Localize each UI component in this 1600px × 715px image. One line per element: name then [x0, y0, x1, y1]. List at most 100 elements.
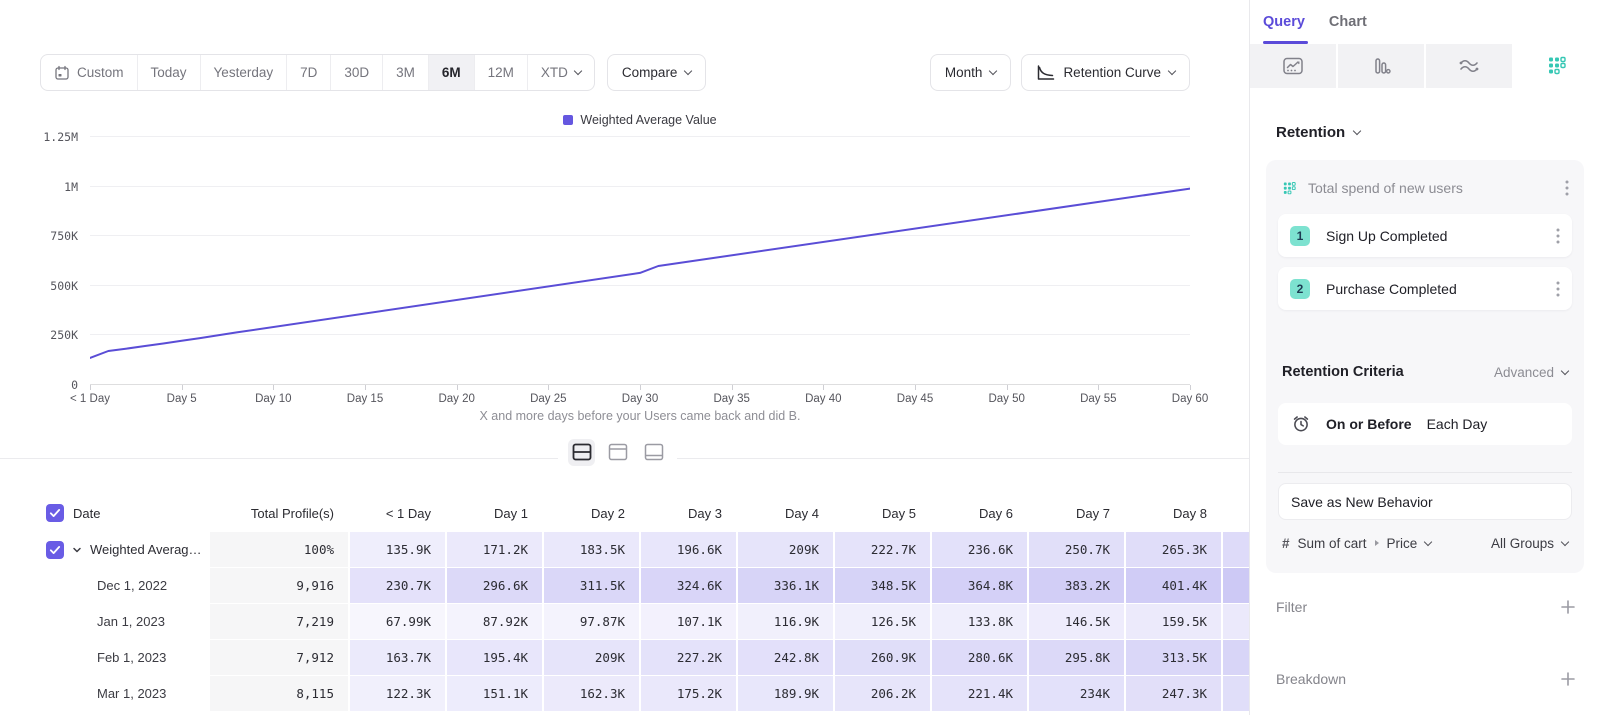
tab-funnels[interactable] [1338, 44, 1424, 88]
retention-value-cell[interactable]: 209K [544, 640, 639, 675]
retention-value-cell[interactable]: 222.7K [835, 532, 930, 567]
x-axis-label: Day 40 [805, 393, 841, 405]
range-7d[interactable]: 7D [287, 55, 331, 90]
range-3m[interactable]: 3M [383, 55, 429, 90]
report-section-select[interactable]: Retention [1276, 124, 1600, 141]
retention-value-cell[interactable]: 401.4K [1126, 568, 1221, 603]
row-label-cell[interactable]: Feb 1, 2023 [0, 640, 208, 675]
retention-value-cell[interactable]: 260.9K [835, 640, 930, 675]
tab-flows[interactable] [1426, 44, 1512, 88]
range-6m-selected[interactable]: 6M [429, 55, 475, 90]
tab-chart[interactable]: Chart [1329, 14, 1367, 30]
retention-value-cell[interactable]: 162.3K [544, 676, 639, 711]
retention-value-cell[interactable]: 195.4K [447, 640, 542, 675]
header-date[interactable]: Date [0, 504, 208, 522]
measure-property[interactable]: Price [1387, 536, 1418, 551]
chart-view-icon [607, 442, 629, 462]
kebab-menu-icon[interactable] [1556, 228, 1560, 244]
chart-view-toggle[interactable] [604, 439, 631, 466]
retention-value-cell[interactable]: 122.3K [350, 676, 445, 711]
retention-value-cell[interactable]: 189.9K [738, 676, 833, 711]
tab-insights[interactable] [1250, 44, 1336, 88]
retention-value-cell[interactable]: 250.7K [1029, 532, 1124, 567]
retention-value-cell[interactable]: 116.9K [738, 604, 833, 639]
range-today[interactable]: Today [138, 55, 201, 90]
kebab-menu-icon[interactable] [1565, 180, 1569, 196]
retention-value-cell[interactable]: 87.92K [447, 604, 542, 639]
retention-value-cell[interactable]: 151.1K [447, 676, 542, 711]
collapse-row-icon[interactable] [72, 545, 82, 555]
groups-select[interactable]: All Groups [1491, 536, 1568, 551]
retention-value-cell[interactable]: 97.87K [544, 604, 639, 639]
save-as-new-behavior-button[interactable]: Save as New Behavior [1278, 483, 1572, 520]
range-30d[interactable]: 30D [331, 55, 383, 90]
range-xtd[interactable]: XTD [528, 55, 594, 90]
retention-value-cell[interactable]: 133.8K [932, 604, 1027, 639]
table-row[interactable]: Jan 1, 20237,21967.99K87.92K97.87K107.1K… [0, 604, 1249, 639]
retention-value-cell[interactable]: 209K [738, 532, 833, 567]
kebab-menu-icon[interactable] [1556, 281, 1560, 297]
row-checkbox[interactable] [46, 541, 64, 559]
retention-value-cell[interactable]: 146.5K [1029, 604, 1124, 639]
retention-value-cell[interactable]: 383.2K [1029, 568, 1124, 603]
retention-value-cell[interactable]: 324.6K [641, 568, 736, 603]
range-12m[interactable]: 12M [475, 55, 528, 90]
step-2[interactable]: 2 Purchase Completed [1278, 267, 1572, 310]
retention-value-cell[interactable]: 221.4K [932, 676, 1027, 711]
retention-value-cell[interactable]: 265.3K [1126, 532, 1221, 567]
step-1[interactable]: 1 Sign Up Completed [1278, 214, 1572, 257]
tab-retention[interactable] [1514, 44, 1600, 88]
add-filter-button[interactable] [1560, 599, 1576, 615]
header-cell: Day 1 [447, 506, 542, 521]
compare-button[interactable]: Compare [607, 54, 707, 91]
retention-value-cell[interactable]: 364.8K [932, 568, 1027, 603]
retention-value-cell[interactable]: 175.2K [641, 676, 736, 711]
retention-value-cell[interactable]: 135.9K [350, 532, 445, 567]
insights-chart-icon [1281, 55, 1305, 77]
table-row[interactable]: Mar 1, 20238,115122.3K151.1K162.3K175.2K… [0, 676, 1249, 711]
retention-value-cell[interactable]: 171.2K [447, 532, 542, 567]
chart-type-select[interactable]: Retention Curve [1021, 54, 1190, 91]
retention-value-cell[interactable]: 242.8K [738, 640, 833, 675]
range-custom[interactable]: Custom [41, 55, 138, 90]
measure-event[interactable]: Sum of cart [1298, 536, 1367, 551]
criteria-mode-select[interactable]: Advanced [1494, 365, 1568, 380]
retention-value-cell[interactable]: 126.5K [835, 604, 930, 639]
add-breakdown-button[interactable] [1560, 671, 1576, 687]
retention-value-cell[interactable]: 163.7K [350, 640, 445, 675]
retention-value-cell[interactable]: 206.2K [835, 676, 930, 711]
retention-value-cell[interactable]: 280.6K [932, 640, 1027, 675]
retention-value-cell[interactable]: 230.7K [350, 568, 445, 603]
table-view-toggle[interactable] [640, 439, 667, 466]
row-label-cell[interactable]: Mar 1, 2023 [0, 676, 208, 711]
table-row[interactable]: Feb 1, 20237,912163.7K195.4K209K227.2K24… [0, 640, 1249, 675]
retention-value-cell[interactable]: 336.1K [738, 568, 833, 603]
retention-value-cell[interactable]: 67.99K [350, 604, 445, 639]
criteria-condition[interactable]: On or Before Each Day [1278, 403, 1572, 445]
retention-value-cell[interactable]: 196.6K [641, 532, 736, 567]
retention-value-cell[interactable]: 348.5K [835, 568, 930, 603]
retention-value-cell[interactable]: 296.6K [447, 568, 542, 603]
row-label-cell[interactable]: Weighted Average ... [0, 532, 208, 567]
row-label-cell[interactable]: Jan 1, 2023 [0, 604, 208, 639]
retention-value-cell[interactable]: 159.5K [1126, 604, 1221, 639]
chevron-down-icon [1353, 127, 1361, 135]
retention-value-cell[interactable]: 234K [1029, 676, 1124, 711]
retention-value-cell[interactable]: 247.3K [1126, 676, 1221, 711]
row-label-cell[interactable]: Dec 1, 2022 [0, 568, 208, 603]
split-view-toggle[interactable] [568, 439, 595, 466]
retention-value-cell[interactable]: 295.8K [1029, 640, 1124, 675]
range-yesterday[interactable]: Yesterday [201, 55, 288, 90]
retention-value-cell[interactable]: 313.5K [1126, 640, 1221, 675]
row-checkbox[interactable] [46, 504, 64, 522]
tab-query[interactable]: Query [1263, 14, 1305, 30]
retention-value-cell[interactable]: 227.2K [641, 640, 736, 675]
table-row[interactable]: Dec 1, 20229,916230.7K296.6K311.5K324.6K… [0, 568, 1249, 603]
retention-value-cell[interactable]: 183.5K [544, 532, 639, 567]
retention-value-cell[interactable]: 236.6K [932, 532, 1027, 567]
retention-value-cell[interactable]: 107.1K [641, 604, 736, 639]
retention-value-cell[interactable]: 311.5K [544, 568, 639, 603]
axis-tick [1098, 385, 1099, 390]
table-row[interactable]: Weighted Average ...100%135.9K171.2K183.… [0, 532, 1249, 567]
granularity-select[interactable]: Month [930, 54, 1012, 91]
